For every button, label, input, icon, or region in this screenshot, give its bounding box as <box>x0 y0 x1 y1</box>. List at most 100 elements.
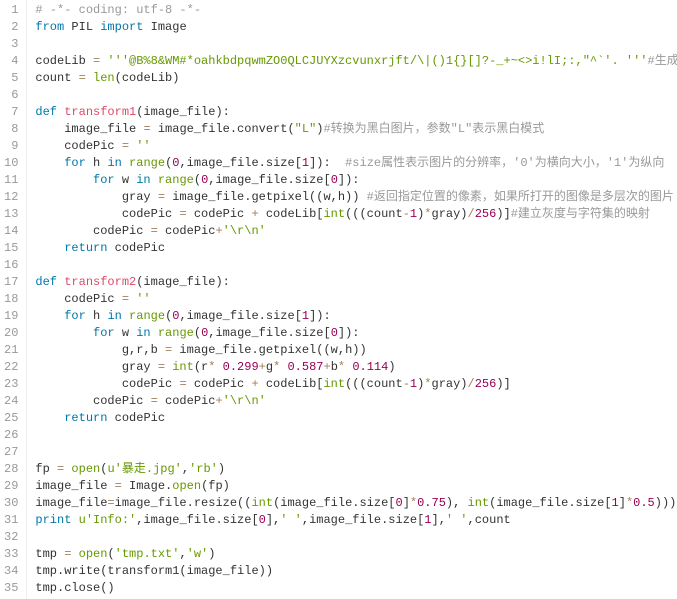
code-token: = <box>107 496 114 510</box>
code-token: int <box>251 496 273 510</box>
code-token: for <box>93 173 115 187</box>
code-line[interactable]: codeLib = '''@B%8&WM#*oahkbdpqwmZO0QLCJU… <box>35 53 677 70</box>
code-line[interactable] <box>35 444 677 461</box>
code-line[interactable]: codePic = codePic+'\r\n' <box>35 223 677 240</box>
code-token: ), <box>446 496 468 510</box>
code-line[interactable]: tmp = open('tmp.txt','w') <box>35 546 677 563</box>
code-line[interactable]: for h in range(0,image_file.size[1]): #s… <box>35 155 677 172</box>
line-number: 1 <box>4 2 18 19</box>
code-token: transform2 <box>64 275 136 289</box>
code-token: ( <box>194 173 201 187</box>
code-line[interactable]: tmp.write(transform1(image_file)) <box>35 563 677 580</box>
code-line[interactable]: count = len(codeLib) <box>35 70 677 87</box>
code-token: 'tmp.txt' <box>115 547 180 561</box>
line-number: 11 <box>4 172 18 189</box>
code-token: for <box>64 309 86 323</box>
code-line[interactable]: return codePic <box>35 410 677 427</box>
code-content[interactable]: # -*- coding: utf-8 -*-from PIL import I… <box>27 0 677 599</box>
code-line[interactable]: codePic = '' <box>35 291 677 308</box>
code-token: #返回指定位置的像素，如果所打开的图像是多层次的图片 <box>367 190 674 204</box>
code-line[interactable]: g,r,b = image_file.getpixel((w,h)) <box>35 342 677 359</box>
code-line[interactable]: image_file = image_file.convert("L")#转换为… <box>35 121 677 138</box>
code-token: #生成 <box>648 54 677 68</box>
code-token: def <box>35 105 57 119</box>
code-token: / <box>468 207 475 221</box>
code-line[interactable]: image_file = Image.open(fp) <box>35 478 677 495</box>
code-line[interactable]: fp = open(u'暴走.jpg','rb') <box>35 461 677 478</box>
code-line[interactable] <box>35 529 677 546</box>
code-line[interactable]: from PIL import Image <box>35 19 677 36</box>
code-token <box>71 513 78 527</box>
code-token: range <box>158 173 194 187</box>
code-line[interactable]: return codePic <box>35 240 677 257</box>
code-token: open <box>71 462 100 476</box>
code-line[interactable] <box>35 427 677 444</box>
code-line[interactable] <box>35 36 677 53</box>
code-token: 0.114 <box>352 360 388 374</box>
code-token: PIL <box>64 20 100 34</box>
code-token: = <box>151 224 158 238</box>
code-token: (image_file.size[ <box>273 496 395 510</box>
code-token: ,image_file.size[ <box>179 309 301 323</box>
code-line[interactable]: codePic = codePic + codeLib[int(((count-… <box>35 376 677 393</box>
code-token: + <box>259 360 266 374</box>
line-number: 9 <box>4 138 18 155</box>
code-token: codePic <box>187 377 252 391</box>
code-token: ,image_file.size[ <box>208 326 330 340</box>
code-line[interactable]: # -*- coding: utf-8 -*- <box>35 2 677 19</box>
code-token <box>151 173 158 187</box>
code-line[interactable]: codePic = '' <box>35 138 677 155</box>
code-token: h <box>86 156 108 170</box>
code-token: ] <box>619 496 626 510</box>
code-token: image_file <box>35 479 114 493</box>
code-line[interactable]: gray = image_file.getpixel((w,h)) #返回指定位… <box>35 189 677 206</box>
code-token: codePic <box>35 224 150 238</box>
code-token: ))) <box>655 496 677 510</box>
code-line[interactable]: codePic = codePic+'\r\n' <box>35 393 677 410</box>
code-token: 1 <box>612 496 619 510</box>
code-line[interactable]: tmp.close() <box>35 580 677 597</box>
code-line[interactable]: def transform1(image_file): <box>35 104 677 121</box>
code-token: '' <box>136 139 150 153</box>
code-token: gray) <box>432 207 468 221</box>
code-token: fp <box>35 462 57 476</box>
code-line[interactable] <box>35 87 677 104</box>
code-token: 'w' <box>187 547 209 561</box>
code-line[interactable]: print u'Info:',image_file.size[0],' ',im… <box>35 512 677 529</box>
code-token: return <box>64 411 107 425</box>
code-token <box>35 411 64 425</box>
code-token: ,count <box>468 513 511 527</box>
code-line[interactable]: for w in range(0,image_file.size[0]): <box>35 172 677 189</box>
code-token: 1 <box>410 377 417 391</box>
code-token: (image_file): <box>136 275 230 289</box>
code-token: )] <box>496 377 510 391</box>
code-token: + <box>215 394 222 408</box>
code-token: image_file.resize(( <box>115 496 252 510</box>
code-token: count <box>35 71 78 85</box>
code-line[interactable]: for w in range(0,image_file.size[0]): <box>35 325 677 342</box>
line-number: 27 <box>4 444 18 461</box>
code-token: g <box>266 360 273 374</box>
line-number: 6 <box>4 87 18 104</box>
code-token: ) <box>208 547 215 561</box>
line-number: 35 <box>4 580 18 597</box>
code-line[interactable]: gray = int(r* 0.299+g* 0.587+b* 0.114) <box>35 359 677 376</box>
line-number: 33 <box>4 546 18 563</box>
code-line[interactable]: def transform2(image_file): <box>35 274 677 291</box>
line-number: 7 <box>4 104 18 121</box>
code-token: ], <box>266 513 280 527</box>
code-token: in <box>136 173 150 187</box>
code-line[interactable]: for h in range(0,image_file.size[1]): <box>35 308 677 325</box>
code-token: gray <box>35 190 157 204</box>
code-token: (r <box>194 360 208 374</box>
code-token: ( <box>107 547 114 561</box>
code-token: image_file <box>35 496 107 510</box>
line-number: 31 <box>4 512 18 529</box>
code-token: ,image_file.size[ <box>136 513 258 527</box>
code-line[interactable]: codePic = codePic + codeLib[int(((count-… <box>35 206 677 223</box>
code-line[interactable] <box>35 257 677 274</box>
code-token: + <box>251 377 258 391</box>
code-token: w <box>115 173 137 187</box>
code-token: ]): <box>309 309 331 323</box>
code-line[interactable]: image_file=image_file.resize((int(image_… <box>35 495 677 512</box>
